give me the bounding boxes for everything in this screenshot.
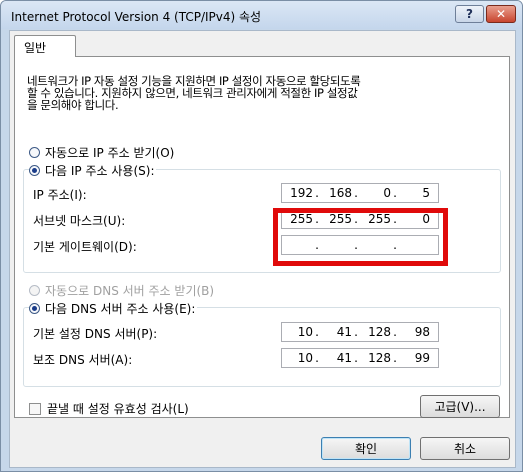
validate-option[interactable]: 끝낼 때 설정 유효성 검사(L) [29,400,189,417]
ip-octet[interactable]: 192 [282,186,313,200]
dns-octet[interactable]: 128 [360,325,391,339]
subnet-mask-label: 서브넷 마스크(U): [33,214,126,228]
auto-dns-radio [29,285,40,296]
manual-ip-label: 다음 IP 주소 사용(S): [45,164,155,178]
cancel-button-label: 취소 [453,442,477,456]
auto-ip-radio[interactable] [29,147,40,158]
octet-separator: . [393,351,397,365]
tab-general[interactable]: 일반 [14,35,76,57]
window-title: Internet Protocol Version 4 (TCP/IPv4) 속… [11,10,262,24]
alternate-dns-field[interactable]: 10. 41. 128. 99 [281,348,439,368]
advanced-button-label: 고급(V)... [434,400,486,414]
general-tab-panel: 네트워크가 IP 자동 설정 기능을 지원하면 IP 설정이 자동으로 할당되도… [14,56,510,418]
dns-settings-group [23,307,501,387]
help-button[interactable]: ? [455,5,484,23]
dns-octet[interactable]: 128 [360,351,391,365]
description-line: 을 문의해야 합니다. [27,98,119,112]
ip-address-field[interactable]: 192. 168. 0. 5 [281,183,439,203]
tab-general-label: 일반 [24,41,47,55]
octet-separator: . [354,186,358,200]
dns-octet[interactable]: 98 [399,325,430,339]
manual-dns-option[interactable]: 다음 DNS 서버 주소 사용(E): [29,300,198,317]
advanced-button[interactable]: 고급(V)... [420,395,500,418]
ip-octet[interactable]: 0 [360,186,391,200]
dialog-client-area: 일반 네트워크가 IP 자동 설정 기능을 지원하면 IP 설정이 자동으로 할… [9,30,516,468]
title-bar[interactable]: Internet Protocol Version 4 (TCP/IPv4) 속… [1,1,522,29]
manual-dns-radio[interactable] [29,303,40,314]
validate-label: 끝낼 때 설정 유효성 검사(L) [47,402,189,416]
ip-octet[interactable]: 168 [321,186,352,200]
close-icon: ✕ [495,7,507,21]
octet-separator: . [354,351,358,365]
auto-dns-option: 자동으로 DNS 서버 주소 받기(B) [29,282,214,299]
octet-separator: . [393,186,397,200]
ip-octet[interactable]: 5 [399,186,430,200]
dns-octet[interactable]: 41 [321,325,352,339]
description-text: 네트워크가 IP 자동 설정 기능을 지원하면 IP 설정이 자동으로 할당되도… [27,75,497,111]
octet-separator: . [354,325,358,339]
validate-checkbox[interactable] [29,402,41,415]
preferred-dns-field[interactable]: 10. 41. 128. 98 [281,322,439,342]
ok-button[interactable]: 확인 [321,437,411,460]
auto-ip-label: 자동으로 IP 주소 받기(O) [45,146,175,160]
auto-ip-option[interactable]: 자동으로 IP 주소 받기(O) [29,144,174,161]
alternate-dns-label: 보조 DNS 서버(A): [33,353,133,367]
dns-octet[interactable]: 10 [282,325,313,339]
manual-ip-radio[interactable] [29,165,40,176]
dialog-window: Internet Protocol Version 4 (TCP/IPv4) 속… [0,0,523,472]
octet-separator: . [393,325,397,339]
preferred-dns-label: 기본 설정 DNS 서버(P): [33,327,158,341]
manual-ip-option[interactable]: 다음 IP 주소 사용(S): [29,162,157,179]
dns-octet[interactable]: 10 [282,351,313,365]
manual-dns-label: 다음 DNS 서버 주소 사용(E): [45,302,196,316]
auto-dns-label: 자동으로 DNS 서버 주소 받기(B) [45,284,215,298]
highlight-annotation-box [273,208,448,266]
dns-octet[interactable]: 41 [321,351,352,365]
gateway-label: 기본 게이트웨이(D): [33,240,137,254]
question-mark-icon: ? [466,7,473,21]
dns-octet[interactable]: 99 [399,351,430,365]
ip-address-label: IP 주소(I): [33,188,87,202]
close-button[interactable]: ✕ [486,5,516,23]
cancel-button[interactable]: 취소 [420,437,510,460]
octet-separator: . [315,351,319,365]
octet-separator: . [315,186,319,200]
ok-button-label: 확인 [354,442,378,456]
octet-separator: . [315,325,319,339]
